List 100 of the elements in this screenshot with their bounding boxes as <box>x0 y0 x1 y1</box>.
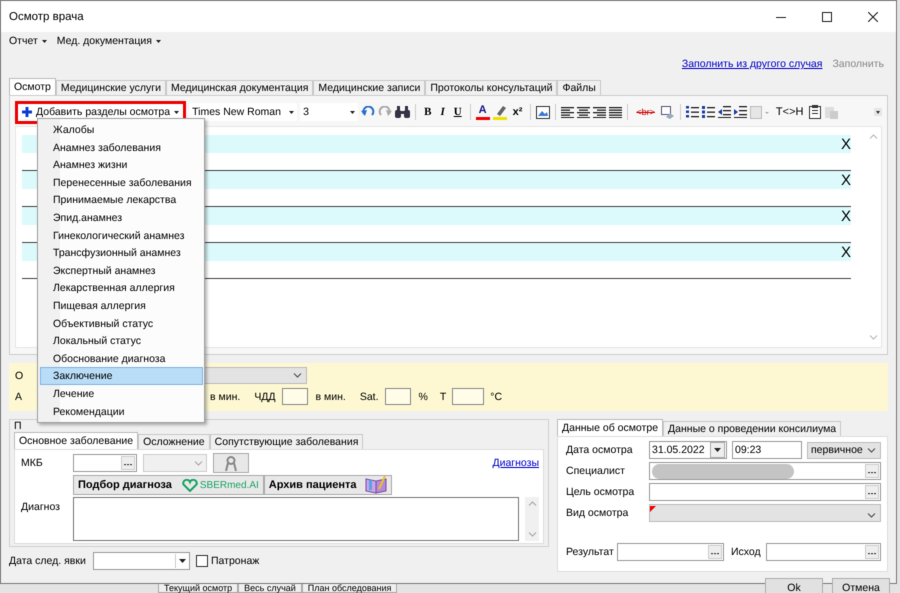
tab[interactable]: Данные об осмотре <box>557 419 664 436</box>
maximize-icon[interactable] <box>822 12 832 22</box>
field-label: Диагноз <box>21 501 61 513</box>
checkbox[interactable] <box>196 555 208 567</box>
menu-item[interactable]: Эпид.анамнез <box>40 208 203 227</box>
remove-breaks-button[interactable]: <br> <box>633 103 658 121</box>
tags-toggle-button[interactable]: T<>H <box>772 103 806 121</box>
align-center-icon[interactable] <box>577 106 590 118</box>
ribbon-button[interactable] <box>213 453 249 473</box>
patient-archive-button[interactable]: Архив пациента <box>264 475 392 495</box>
pick-diagnosis-button[interactable]: Подбор диагноза SBERmed.AI <box>73 475 264 495</box>
caret-icon <box>179 559 186 563</box>
caret-icon <box>156 40 161 42</box>
menu-item[interactable]: Объективный статус <box>40 314 203 332</box>
menu-item[interactable]: Лекарственная аллергия <box>40 279 203 297</box>
diagnosis-textarea[interactable] <box>73 497 519 541</box>
align-left-icon[interactable] <box>561 106 574 118</box>
menu-item[interactable]: Рекомендации <box>40 402 203 420</box>
input-field[interactable] <box>282 388 308 405</box>
time-field[interactable]: 09:23 <box>732 441 802 459</box>
remove-section-button[interactable]: X <box>840 136 851 152</box>
menu-item[interactable]: Жалобы <box>40 121 203 139</box>
field-label: Цель осмотра <box>566 486 636 498</box>
menu-item[interactable]: Экспертный анамнез <box>40 262 203 280</box>
menu-item[interactable]: Локальный статус <box>40 332 203 350</box>
fill-from-case-link[interactable]: Заполнить из другого случая <box>682 58 822 72</box>
menu-item[interactable]: Лечение <box>40 384 203 402</box>
field-label: T <box>440 390 446 402</box>
tab[interactable]: Осложнение <box>138 434 210 449</box>
ok-button[interactable]: Ok <box>765 578 823 593</box>
indent-icon[interactable] <box>734 106 747 118</box>
menu-item[interactable]: Анамнез жизни <box>40 156 203 174</box>
field-label: Дата след. явки <box>9 555 87 567</box>
menu-button[interactable]: Отчет <box>9 35 47 47</box>
caret-icon <box>350 110 356 114</box>
tab[interactable]: Сопутствующие заболевания <box>210 434 364 449</box>
tab[interactable]: Протоколы консультаций <box>425 80 558 95</box>
browse-button[interactable] <box>708 545 722 559</box>
remove-section-button[interactable]: X <box>840 172 851 188</box>
field-label: Исход <box>731 546 761 558</box>
remove-section-button[interactable]: X <box>840 208 851 224</box>
browse-button[interactable] <box>865 545 879 559</box>
highlighter-icon[interactable] <box>492 104 507 120</box>
input-field[interactable] <box>452 388 484 405</box>
menu-item[interactable]: Заключение <box>40 367 203 385</box>
visit-type-select[interactable]: первичное <box>807 442 881 458</box>
unit-label: в мин. <box>210 390 240 402</box>
browse-button[interactable] <box>121 456 135 470</box>
input-field[interactable] <box>617 543 724 561</box>
remove-section-button[interactable]: X <box>840 244 851 260</box>
close-icon[interactable] <box>868 12 878 22</box>
menu-item[interactable]: Трансфузионный анамнез <box>40 244 203 262</box>
tab[interactable]: Файлы <box>557 80 601 95</box>
browse-button[interactable] <box>865 485 879 499</box>
underline-button[interactable]: U <box>450 103 465 121</box>
text-color-button[interactable]: A <box>476 104 490 120</box>
date-field[interactable] <box>93 552 190 570</box>
outdent-icon[interactable] <box>718 106 731 118</box>
italic-button[interactable]: I <box>437 103 448 121</box>
overflow-icon[interactable] <box>874 108 882 116</box>
browse-button[interactable] <box>865 464 879 478</box>
menu-item[interactable]: Анамнез заболевания <box>40 138 203 156</box>
bold-button[interactable]: B <box>421 103 434 121</box>
undo-icon[interactable] <box>361 106 376 118</box>
chevron-down-icon <box>194 460 203 466</box>
input-field[interactable] <box>649 462 881 480</box>
size-select[interactable]: 3 <box>300 103 358 121</box>
image-icon[interactable] <box>536 106 550 118</box>
field-label: Специалист <box>566 465 626 477</box>
bullet-list-icon[interactable] <box>702 106 715 118</box>
tab[interactable]: Медицинская документация <box>166 80 314 95</box>
ribbon-icon <box>225 456 237 470</box>
menu-item[interactable]: Принимаемые лекарства <box>40 191 203 209</box>
menu-item[interactable]: Пищевая аллергия <box>40 296 203 315</box>
input-field[interactable] <box>649 483 881 501</box>
tab[interactable]: Медицинские услуги <box>56 80 166 95</box>
cancel-button[interactable]: Отмена <box>832 578 890 593</box>
input-field[interactable] <box>73 454 137 472</box>
field-label: Вид осмотра <box>566 507 630 519</box>
plus-icon <box>22 107 32 117</box>
tab[interactable]: Данные о проведении консилиума <box>663 421 842 436</box>
menu-button[interactable]: Мед. документация <box>56 35 161 47</box>
menu-item[interactable]: Перенесенные заболевания <box>40 174 203 192</box>
input-field[interactable] <box>384 388 411 405</box>
menu-item[interactable]: Гинекологический анамнез <box>40 226 203 244</box>
tab[interactable]: Осмотр <box>9 78 56 95</box>
clipboard-icon[interactable] <box>809 105 822 119</box>
caret-icon <box>289 110 294 114</box>
binoculars-icon[interactable] <box>395 106 410 118</box>
justify-icon[interactable] <box>609 106 622 118</box>
font-select[interactable]: Times New Roman <box>189 103 298 121</box>
tab[interactable]: Основное заболевание <box>14 432 138 449</box>
tab[interactable]: Медицинские записи <box>313 80 426 95</box>
diagnoses-link[interactable]: Диагнозы <box>492 457 539 469</box>
date-field[interactable]: 31.05.2022 <box>649 441 727 459</box>
menu-item[interactable]: Обоснование диагноза <box>40 350 203 368</box>
caret-icon <box>714 448 721 452</box>
input-field[interactable] <box>766 543 881 561</box>
superscript-button[interactable]: x² <box>510 103 526 121</box>
align-right-icon[interactable] <box>593 106 606 118</box>
